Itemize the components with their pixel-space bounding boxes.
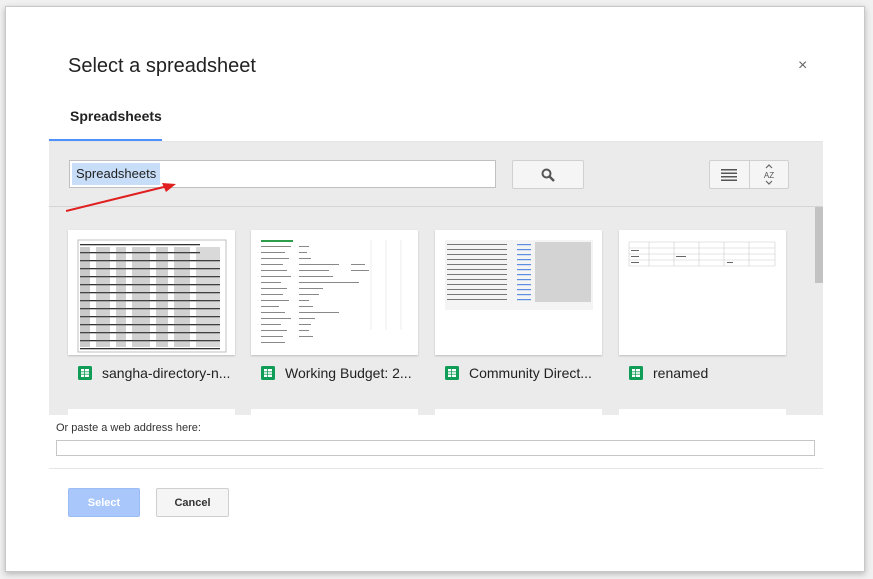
sheets-icon (445, 366, 459, 380)
sheets-icon (261, 366, 275, 380)
file-card[interactable]: Working Budget: 2... (251, 230, 418, 391)
footer-divider (49, 468, 823, 469)
search-icon (541, 168, 555, 182)
file-card-partial[interactable] (619, 409, 786, 415)
file-name: Community Direct... (469, 365, 592, 381)
scrollbar-thumb[interactable] (815, 207, 823, 283)
file-card-partial[interactable] (435, 409, 602, 415)
file-card[interactable]: Community Direct... (435, 230, 602, 391)
file-grid: sangha-directory-n... Working Budget: 2.… (49, 207, 823, 415)
file-name: renamed (653, 365, 709, 381)
file-thumbnail (435, 230, 602, 355)
view-options: AZ (709, 160, 789, 189)
file-thumbnail (68, 230, 235, 355)
paste-url-label: Or paste a web address here: (56, 422, 201, 434)
file-thumbnail (251, 230, 418, 355)
file-card[interactable]: sangha-directory-n... (68, 230, 235, 391)
annotation-arrow (66, 183, 176, 212)
sort-button[interactable]: AZ (748, 161, 789, 188)
close-icon[interactable]: × (798, 57, 807, 75)
sort-az-icon: AZ (764, 163, 774, 185)
tab-spreadsheets[interactable]: Spreadsheets (49, 105, 162, 141)
file-card[interactable]: renamed (619, 230, 786, 391)
file-name: sangha-directory-n... (102, 365, 231, 381)
cancel-button[interactable]: Cancel (156, 488, 229, 517)
file-card-partial[interactable] (68, 409, 235, 415)
list-view-icon (721, 168, 738, 181)
paste-url-field[interactable] (56, 440, 815, 456)
list-view-button[interactable] (710, 161, 749, 188)
select-button[interactable]: Select (68, 488, 140, 517)
search-button[interactable] (512, 160, 584, 189)
file-card-partial[interactable] (251, 409, 418, 415)
sort-az-label: AZ (764, 171, 774, 180)
sheets-icon (629, 366, 643, 380)
spreadsheet-picker-dialog: Select a spreadsheet × Spreadsheets Spre… (5, 6, 865, 572)
file-name: Working Budget: 2... (285, 365, 412, 381)
file-thumbnail (619, 230, 786, 355)
dialog-title: Select a spreadsheet (68, 55, 256, 77)
sheets-icon (78, 366, 92, 380)
